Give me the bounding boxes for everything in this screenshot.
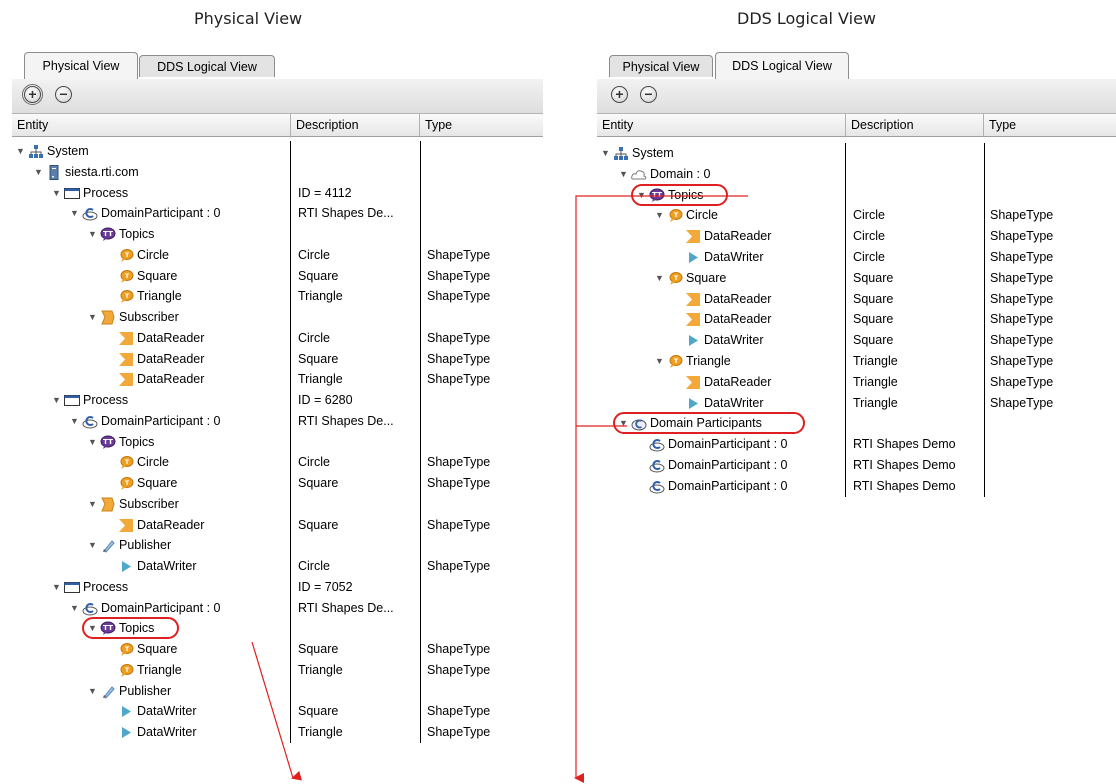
- arrow-logical-topics: [574, 195, 748, 783]
- annotation-arrows: [251, 195, 748, 783]
- arrow-physical-topics: [251, 641, 303, 781]
